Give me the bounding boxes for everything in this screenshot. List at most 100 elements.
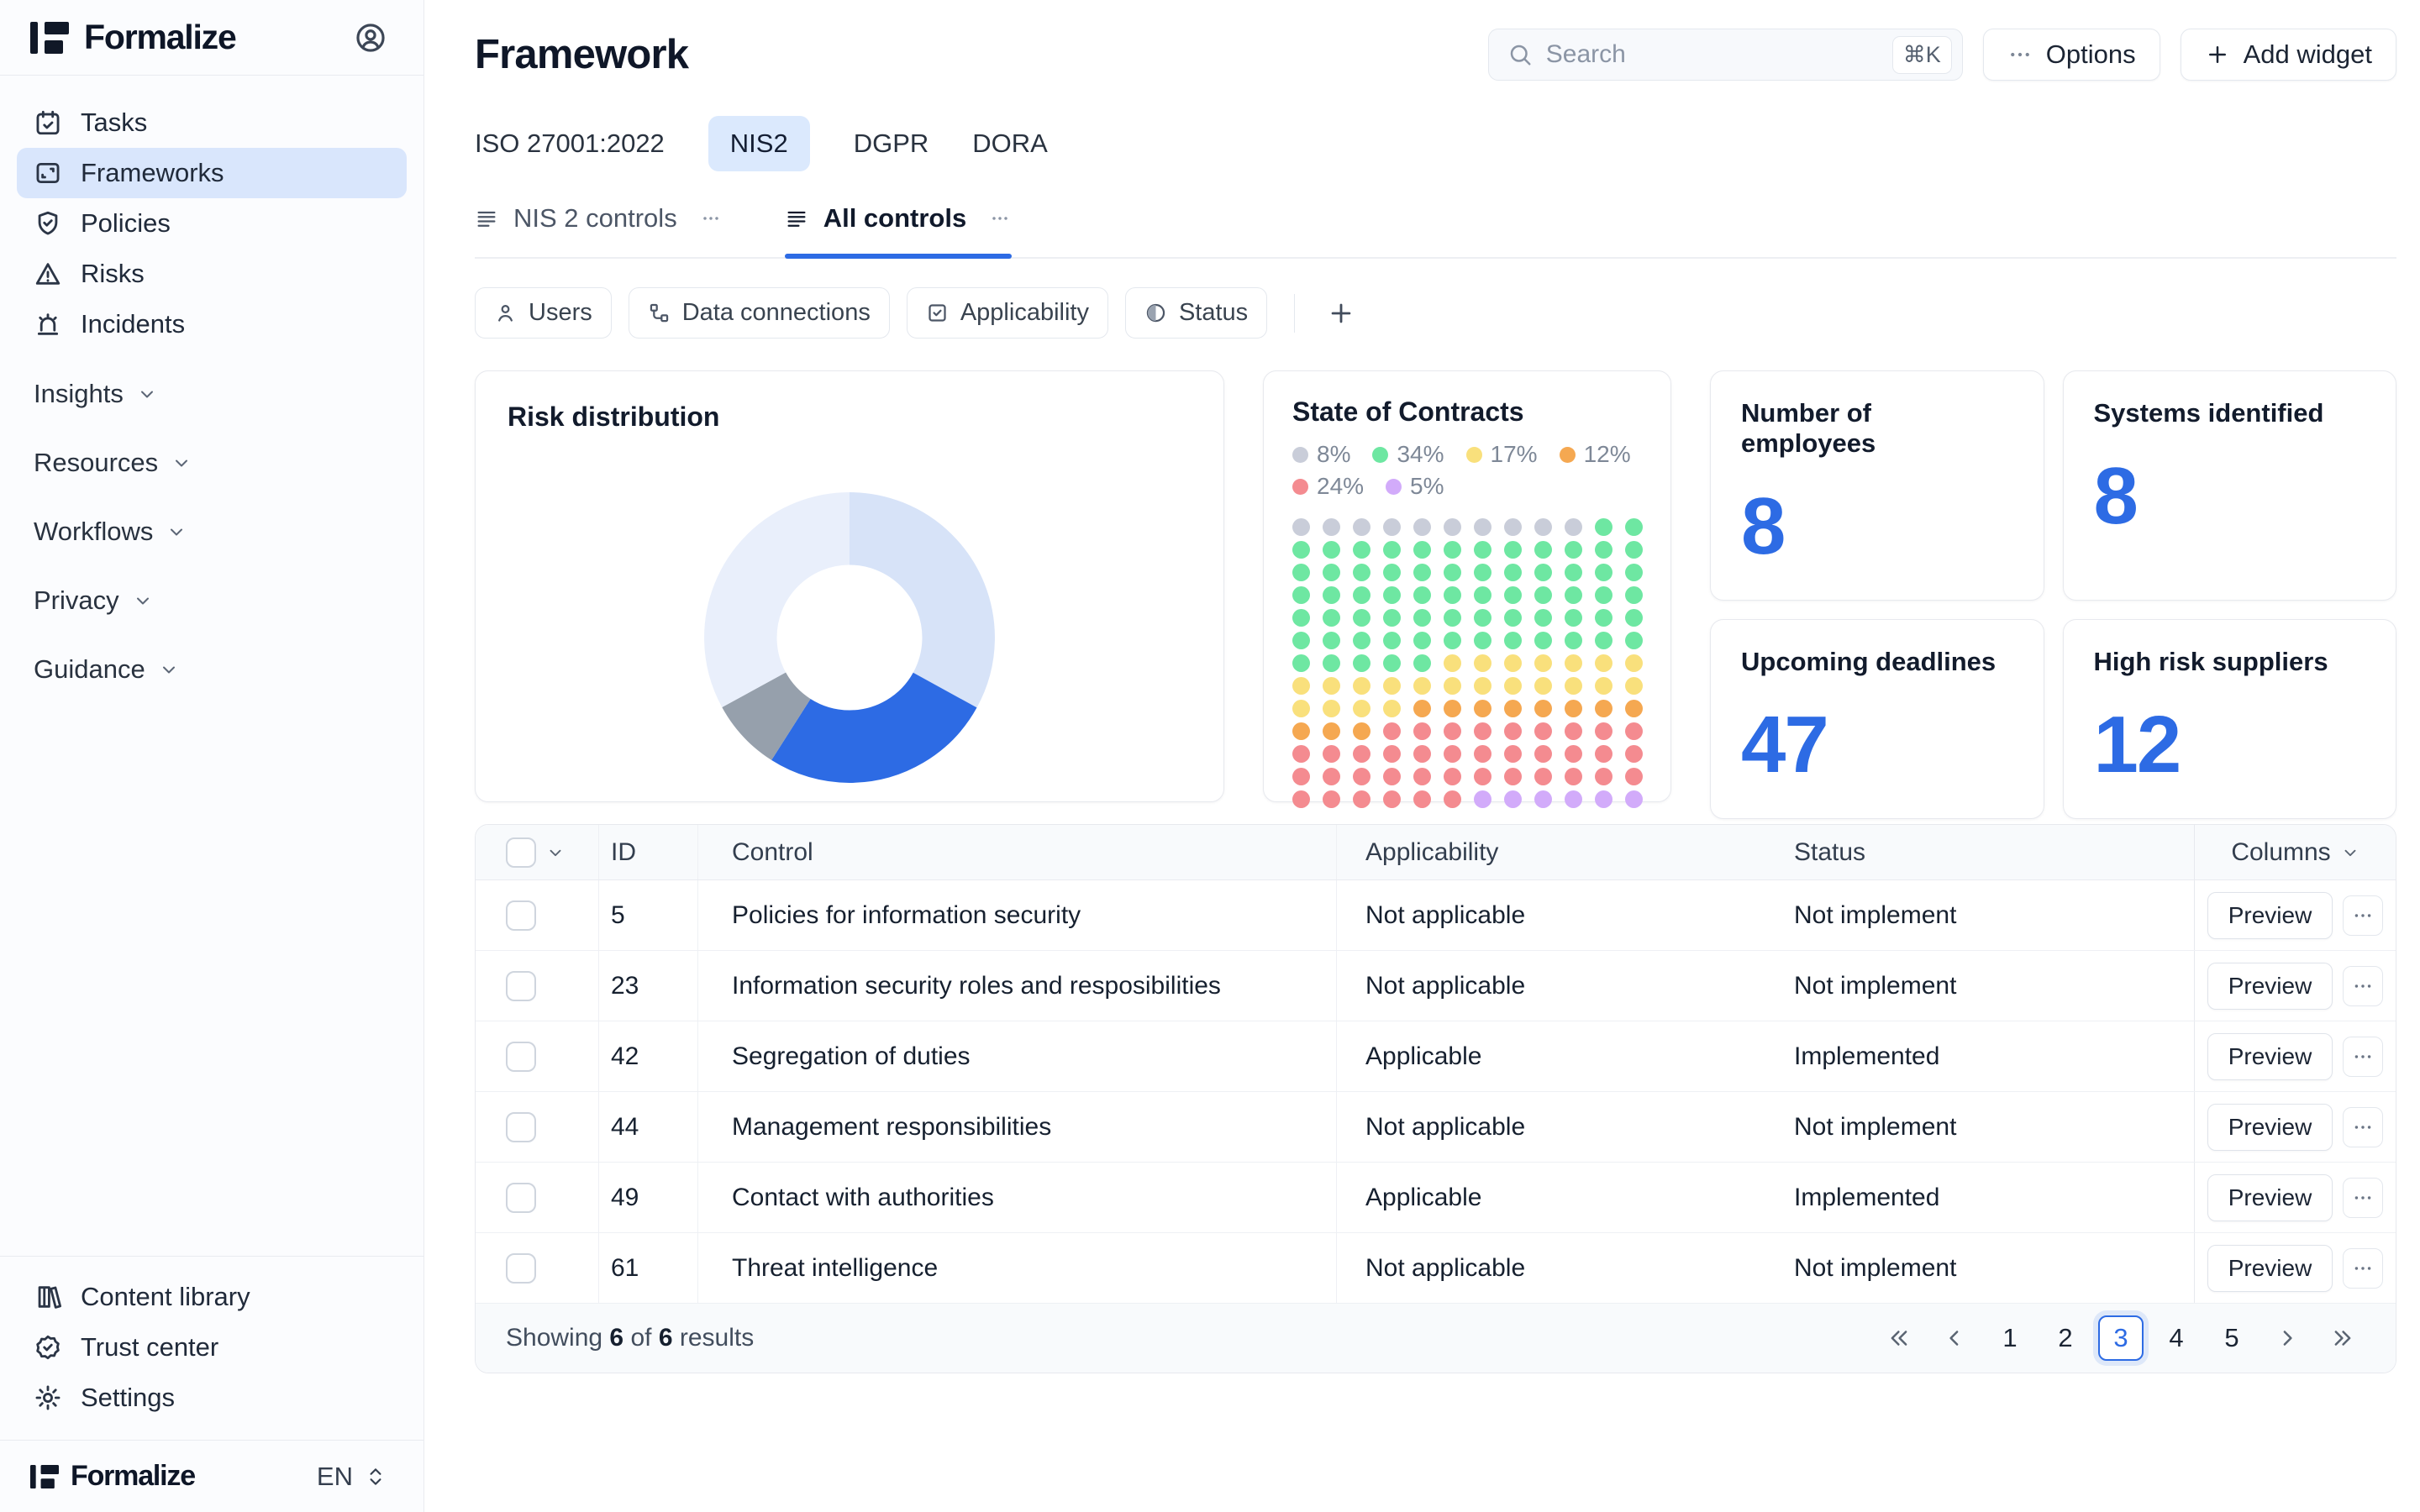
add-filter-button[interactable] bbox=[1322, 294, 1360, 333]
matrix-dot bbox=[1323, 586, 1340, 604]
filter-chip-applicability[interactable]: Applicability bbox=[907, 287, 1108, 339]
pagination-previous-button[interactable] bbox=[1932, 1315, 1977, 1361]
pagination-last-button[interactable] bbox=[2320, 1315, 2365, 1361]
filter-chip-users[interactable]: Users bbox=[475, 287, 612, 339]
matrix-dot bbox=[1444, 609, 1461, 627]
table-select-all bbox=[476, 825, 598, 879]
framework-tab-iso-27001-2022[interactable]: ISO 27001:2022 bbox=[475, 116, 665, 171]
row-menu-button[interactable] bbox=[2343, 895, 2383, 936]
chevron-down-icon bbox=[137, 384, 157, 404]
framework-tab-dgpr[interactable]: DGPR bbox=[854, 116, 929, 171]
tab-menu-icon[interactable] bbox=[988, 207, 1012, 230]
row-menu-button[interactable] bbox=[2343, 1248, 2383, 1289]
column-header-applicability[interactable]: Applicability bbox=[1336, 825, 1765, 879]
table-row: 23 Information security roles and respos… bbox=[476, 951, 2396, 1021]
tab-menu-icon[interactable] bbox=[699, 207, 723, 230]
sidebar-item-tasks[interactable]: Tasks bbox=[17, 97, 407, 148]
preview-button[interactable]: Preview bbox=[2207, 892, 2333, 939]
filter-chip-label: Data connections bbox=[682, 299, 871, 327]
row-checkbox[interactable] bbox=[506, 1042, 536, 1072]
sidebar-group-guidance[interactable]: Guidance bbox=[17, 645, 407, 694]
sidebar-item-incidents[interactable]: Incidents bbox=[17, 299, 407, 349]
sidebar-item-frameworks[interactable]: Frameworks bbox=[17, 148, 407, 198]
options-button-label: Options bbox=[2046, 39, 2136, 70]
preview-button[interactable]: Preview bbox=[2207, 1245, 2333, 1292]
column-header-id[interactable]: ID bbox=[598, 825, 697, 879]
preview-button[interactable]: Preview bbox=[2207, 1104, 2333, 1151]
matrix-dot bbox=[1565, 722, 1582, 740]
sidebar-item-label: Settings bbox=[81, 1383, 175, 1413]
pagination-page-1[interactable]: 1 bbox=[1987, 1315, 2033, 1361]
matrix-dot bbox=[1323, 722, 1340, 740]
row-checkbox[interactable] bbox=[506, 900, 536, 931]
pagination-page-5[interactable]: 5 bbox=[2209, 1315, 2254, 1361]
chevron-down-icon bbox=[2341, 843, 2360, 862]
shield-check-icon bbox=[34, 209, 62, 238]
matrix-dot bbox=[1444, 654, 1461, 672]
matrix-dot bbox=[1534, 632, 1552, 649]
sidebar-item-settings[interactable]: Settings bbox=[17, 1373, 407, 1423]
chevron-down-icon[interactable] bbox=[546, 843, 565, 862]
view-tab-nis-2-controls[interactable]: NIS 2 controls bbox=[475, 203, 723, 257]
sidebar-item-risks[interactable]: Risks bbox=[17, 249, 407, 299]
preview-button[interactable]: Preview bbox=[2207, 963, 2333, 1010]
sidebar-item-content-library[interactable]: Content library bbox=[17, 1272, 407, 1322]
row-checkbox[interactable] bbox=[506, 1183, 536, 1213]
matrix-dot bbox=[1595, 790, 1612, 808]
matrix-dot bbox=[1565, 768, 1582, 785]
row-menu-button[interactable] bbox=[2343, 1178, 2383, 1218]
pagination-next-button[interactable] bbox=[2265, 1315, 2310, 1361]
pagination-first-button[interactable] bbox=[1876, 1315, 1922, 1361]
cell-actions: Preview bbox=[2194, 1163, 2396, 1232]
filter-chip-data-connections[interactable]: Data connections bbox=[629, 287, 890, 339]
row-menu-button[interactable] bbox=[2343, 966, 2383, 1006]
matrix-dot bbox=[1323, 790, 1340, 808]
cell-actions: Preview bbox=[2194, 1092, 2396, 1162]
search-field[interactable] bbox=[1546, 40, 1879, 69]
search-input[interactable]: ⌘K bbox=[1488, 29, 1963, 81]
columns-menu-button[interactable]: Columns bbox=[2194, 825, 2396, 879]
sidebar-group-resources[interactable]: Resources bbox=[17, 438, 407, 487]
matrix-dot bbox=[1474, 541, 1491, 559]
pagination-page-4[interactable]: 4 bbox=[2154, 1315, 2199, 1361]
user-account-icon[interactable] bbox=[355, 22, 387, 54]
filter-chip-status[interactable]: Status bbox=[1125, 287, 1267, 339]
column-header-control[interactable]: Control bbox=[697, 825, 1336, 879]
select-all-checkbox[interactable] bbox=[506, 837, 536, 868]
legend-label: 5% bbox=[1410, 473, 1444, 500]
row-checkbox[interactable] bbox=[506, 1253, 536, 1284]
sidebar-group-insights[interactable]: Insights bbox=[17, 370, 407, 418]
language-selector[interactable]: EN bbox=[317, 1462, 387, 1492]
matrix-dot bbox=[1353, 654, 1370, 672]
matrix-dot bbox=[1444, 564, 1461, 581]
options-button[interactable]: Options bbox=[1983, 29, 2160, 81]
framework-tab-nis2[interactable]: NIS2 bbox=[708, 116, 810, 171]
matrix-dot bbox=[1292, 632, 1310, 649]
stat-card-number-of-employees: Number of employees8 bbox=[1710, 370, 2044, 601]
pagination-page-3[interactable]: 3 bbox=[2098, 1315, 2144, 1361]
row-menu-button[interactable] bbox=[2343, 1107, 2383, 1147]
sidebar-group-workflows[interactable]: Workflows bbox=[17, 507, 407, 556]
legend-label: 17% bbox=[1491, 441, 1538, 468]
row-checkbox[interactable] bbox=[506, 1112, 536, 1142]
sidebar-group-privacy[interactable]: Privacy bbox=[17, 576, 407, 625]
sidebar-item-policies[interactable]: Policies bbox=[17, 198, 407, 249]
sidebar-item-label: Content library bbox=[81, 1282, 250, 1312]
row-menu-button[interactable] bbox=[2343, 1037, 2383, 1077]
matrix-dot bbox=[1504, 632, 1522, 649]
main-content: Framework ⌘K Options bbox=[424, 0, 2420, 1512]
column-header-status[interactable]: Status bbox=[1765, 825, 2194, 879]
preview-button[interactable]: Preview bbox=[2207, 1033, 2333, 1080]
filter-divider bbox=[1294, 294, 1295, 333]
siren-icon bbox=[34, 310, 62, 339]
matrix-dot bbox=[1565, 564, 1582, 581]
framework-tabs: ISO 27001:2022 NIS2 DGPR DORA bbox=[475, 116, 2396, 171]
preview-button[interactable]: Preview bbox=[2207, 1174, 2333, 1221]
row-checkbox[interactable] bbox=[506, 971, 536, 1001]
pagination-page-2[interactable]: 2 bbox=[2043, 1315, 2088, 1361]
sidebar-item-trust-center[interactable]: Trust center bbox=[17, 1322, 407, 1373]
view-tab-all-controls[interactable]: All controls bbox=[785, 203, 1013, 257]
matrix-dot bbox=[1534, 745, 1552, 763]
add-widget-button[interactable]: Add widget bbox=[2181, 29, 2396, 81]
framework-tab-dora[interactable]: DORA bbox=[972, 116, 1048, 171]
